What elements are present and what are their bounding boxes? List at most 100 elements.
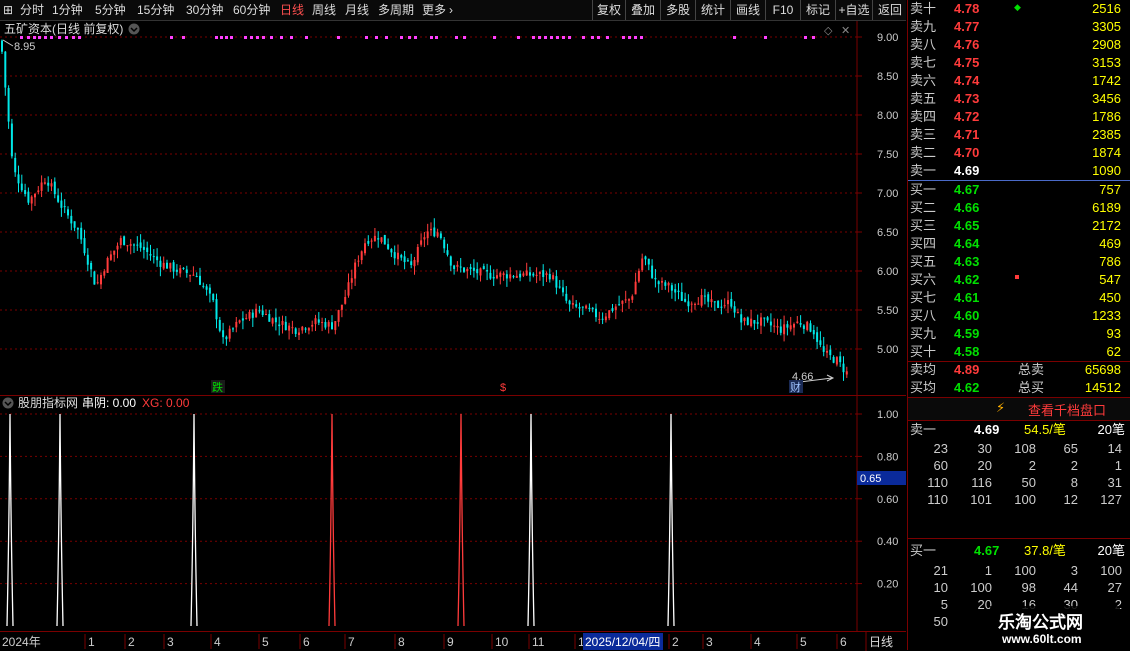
- price-tick-label: 7.50: [877, 149, 898, 161]
- candle-body: [433, 227, 436, 237]
- candle-body: [512, 276, 515, 278]
- multi-stock-button[interactable]: 多股: [660, 0, 695, 20]
- candle-body: [700, 294, 703, 306]
- candle-body: [529, 272, 531, 276]
- candle-body: [360, 251, 363, 261]
- bid-level[interactable]: 买十 4.58 62: [908, 343, 1130, 361]
- bid-level[interactable]: 买五 4.63 786: [908, 253, 1130, 271]
- signal-dot: [733, 36, 736, 39]
- candle-body: [212, 294, 215, 301]
- tab-15min[interactable]: 15分钟: [137, 0, 174, 20]
- tab-5min[interactable]: 5分钟: [95, 0, 126, 20]
- close-icon[interactable]: ✕: [841, 25, 850, 37]
- bid-level[interactable]: 买八 4.60 1233: [908, 307, 1130, 325]
- ask-price: 4.75: [954, 55, 980, 70]
- sell-queue-price: 4.69: [974, 422, 1000, 437]
- bid-level[interactable]: 买三 4.65 2172: [908, 217, 1130, 235]
- tab-60min[interactable]: 60分钟: [233, 0, 270, 20]
- mark-button[interactable]: 标记: [800, 0, 835, 20]
- candle-body: [324, 322, 327, 328]
- title-dropdown-icon[interactable]: [128, 23, 140, 35]
- bid-level[interactable]: 买一 4.67 757: [908, 181, 1130, 199]
- ask-level[interactable]: 卖一 4.69 1090: [908, 162, 1130, 180]
- signal-dot: [597, 36, 600, 39]
- indicator-chart[interactable]: 1.00 0.80 0.60 0.40 0.20 股朋指标网 串阴: 0.00 XG: …: [0, 395, 906, 631]
- marker-die[interactable]: 跌: [212, 380, 223, 394]
- candle-body: [199, 275, 201, 285]
- ask-level[interactable]: 卖四 4.72 1786: [908, 108, 1130, 126]
- tab-1min[interactable]: 1分钟: [52, 0, 83, 20]
- statistics-button[interactable]: 统计: [695, 0, 730, 20]
- candle-body: [258, 310, 261, 312]
- date-tick-label: 5: [262, 635, 269, 649]
- indicator-dropdown-icon[interactable]: [2, 397, 14, 409]
- chevron-right-icon[interactable]: ›: [449, 0, 453, 20]
- bid-label: 买一: [910, 182, 937, 197]
- signal-dot: [544, 36, 547, 39]
- add-watchlist-button[interactable]: +自选: [835, 0, 872, 20]
- ask-level[interactable]: 卖三 4.71 2385: [908, 126, 1130, 144]
- avg-buy-label: 买均: [910, 380, 937, 395]
- kline-chart[interactable]: 9.00 8.50 8.00 7.50 7.00 6.50 6.00 5.50 5.00 五矿资…: [0, 21, 906, 395]
- marker-dollar[interactable]: $: [500, 382, 506, 394]
- ask-label: 卖七: [910, 55, 937, 70]
- ask-level[interactable]: 卖七 4.75 3153: [908, 54, 1130, 72]
- bid-level[interactable]: 买九 4.59 93: [908, 325, 1130, 343]
- tab-30min[interactable]: 30分钟: [186, 0, 223, 20]
- signal-dot: [538, 36, 541, 39]
- signal-dot: [414, 36, 417, 39]
- signal-dot: [556, 36, 559, 39]
- queue-row: 10 100 98 44 27: [908, 579, 1130, 596]
- candles-group: [1, 39, 848, 381]
- tab-multi-period[interactable]: 多周期: [378, 0, 414, 20]
- candle-body: [690, 303, 693, 305]
- sell-queue-count: 20笔: [1097, 422, 1125, 437]
- tab-weekly[interactable]: 周线: [312, 0, 336, 20]
- tab-more[interactable]: 更多: [422, 0, 446, 20]
- menu-box-icon[interactable]: ⊞: [3, 0, 13, 20]
- candle-body: [522, 273, 525, 276]
- candle-body: [205, 286, 208, 290]
- candle-body: [591, 307, 594, 310]
- tab-monthly[interactable]: 月线: [345, 0, 369, 20]
- bid-price: 4.64: [954, 236, 980, 251]
- bid-level[interactable]: 买六 4.62 547: [908, 271, 1130, 289]
- ask-level[interactable]: 卖二 4.70 1874: [908, 144, 1130, 162]
- fuquan-button[interactable]: 复权: [592, 0, 625, 20]
- signal-dot: [385, 36, 388, 39]
- ask-price: 4.74: [954, 73, 980, 88]
- ask-level[interactable]: 卖九 4.77 3305: [908, 18, 1130, 36]
- queue-cell: 101: [970, 492, 992, 507]
- ask-level[interactable]: 卖八 4.76 2908: [908, 36, 1130, 54]
- bid-level[interactable]: 买四 4.64 469: [908, 235, 1130, 253]
- queue-cell: 5: [940, 597, 948, 612]
- back-button[interactable]: 返回: [872, 0, 907, 20]
- thousand-level-button[interactable]: ⚡ 查看千档盘口: [908, 398, 1130, 420]
- candle-body: [542, 270, 545, 278]
- candle-body: [614, 306, 617, 310]
- overlay-button[interactable]: 叠加: [625, 0, 660, 20]
- bid-price: 4.61: [954, 290, 980, 305]
- tab-daily[interactable]: 日线: [280, 0, 304, 20]
- date-tick-label: 3: [706, 635, 713, 649]
- draw-line-button[interactable]: 画线: [730, 0, 765, 20]
- queue-row: 60 20 2 2 1: [908, 457, 1130, 474]
- tab-fenshi[interactable]: 分时: [20, 0, 44, 20]
- bid-level[interactable]: 买二 4.66 6189: [908, 199, 1130, 217]
- ask-volume: 3305: [1092, 19, 1121, 34]
- candle-body: [565, 293, 568, 301]
- candle-body: [189, 275, 192, 277]
- ask-level[interactable]: 卖五 4.73 3456: [908, 90, 1130, 108]
- ask-level[interactable]: 卖六 4.74 1742: [908, 72, 1130, 90]
- f10-button[interactable]: F10: [765, 0, 800, 20]
- candle-body: [835, 357, 838, 365]
- ask-label: 卖二: [910, 145, 937, 160]
- queue-cell: 100: [1014, 563, 1036, 578]
- candle-body: [377, 238, 380, 240]
- period-label[interactable]: 日线: [869, 635, 893, 649]
- bid-level[interactable]: 买七 4.61 450: [908, 289, 1130, 307]
- signal-dot: [622, 36, 625, 39]
- candle-body: [175, 269, 178, 272]
- diamond-icon[interactable]: ◇: [824, 25, 833, 37]
- marker-cai[interactable]: 财: [790, 380, 801, 394]
